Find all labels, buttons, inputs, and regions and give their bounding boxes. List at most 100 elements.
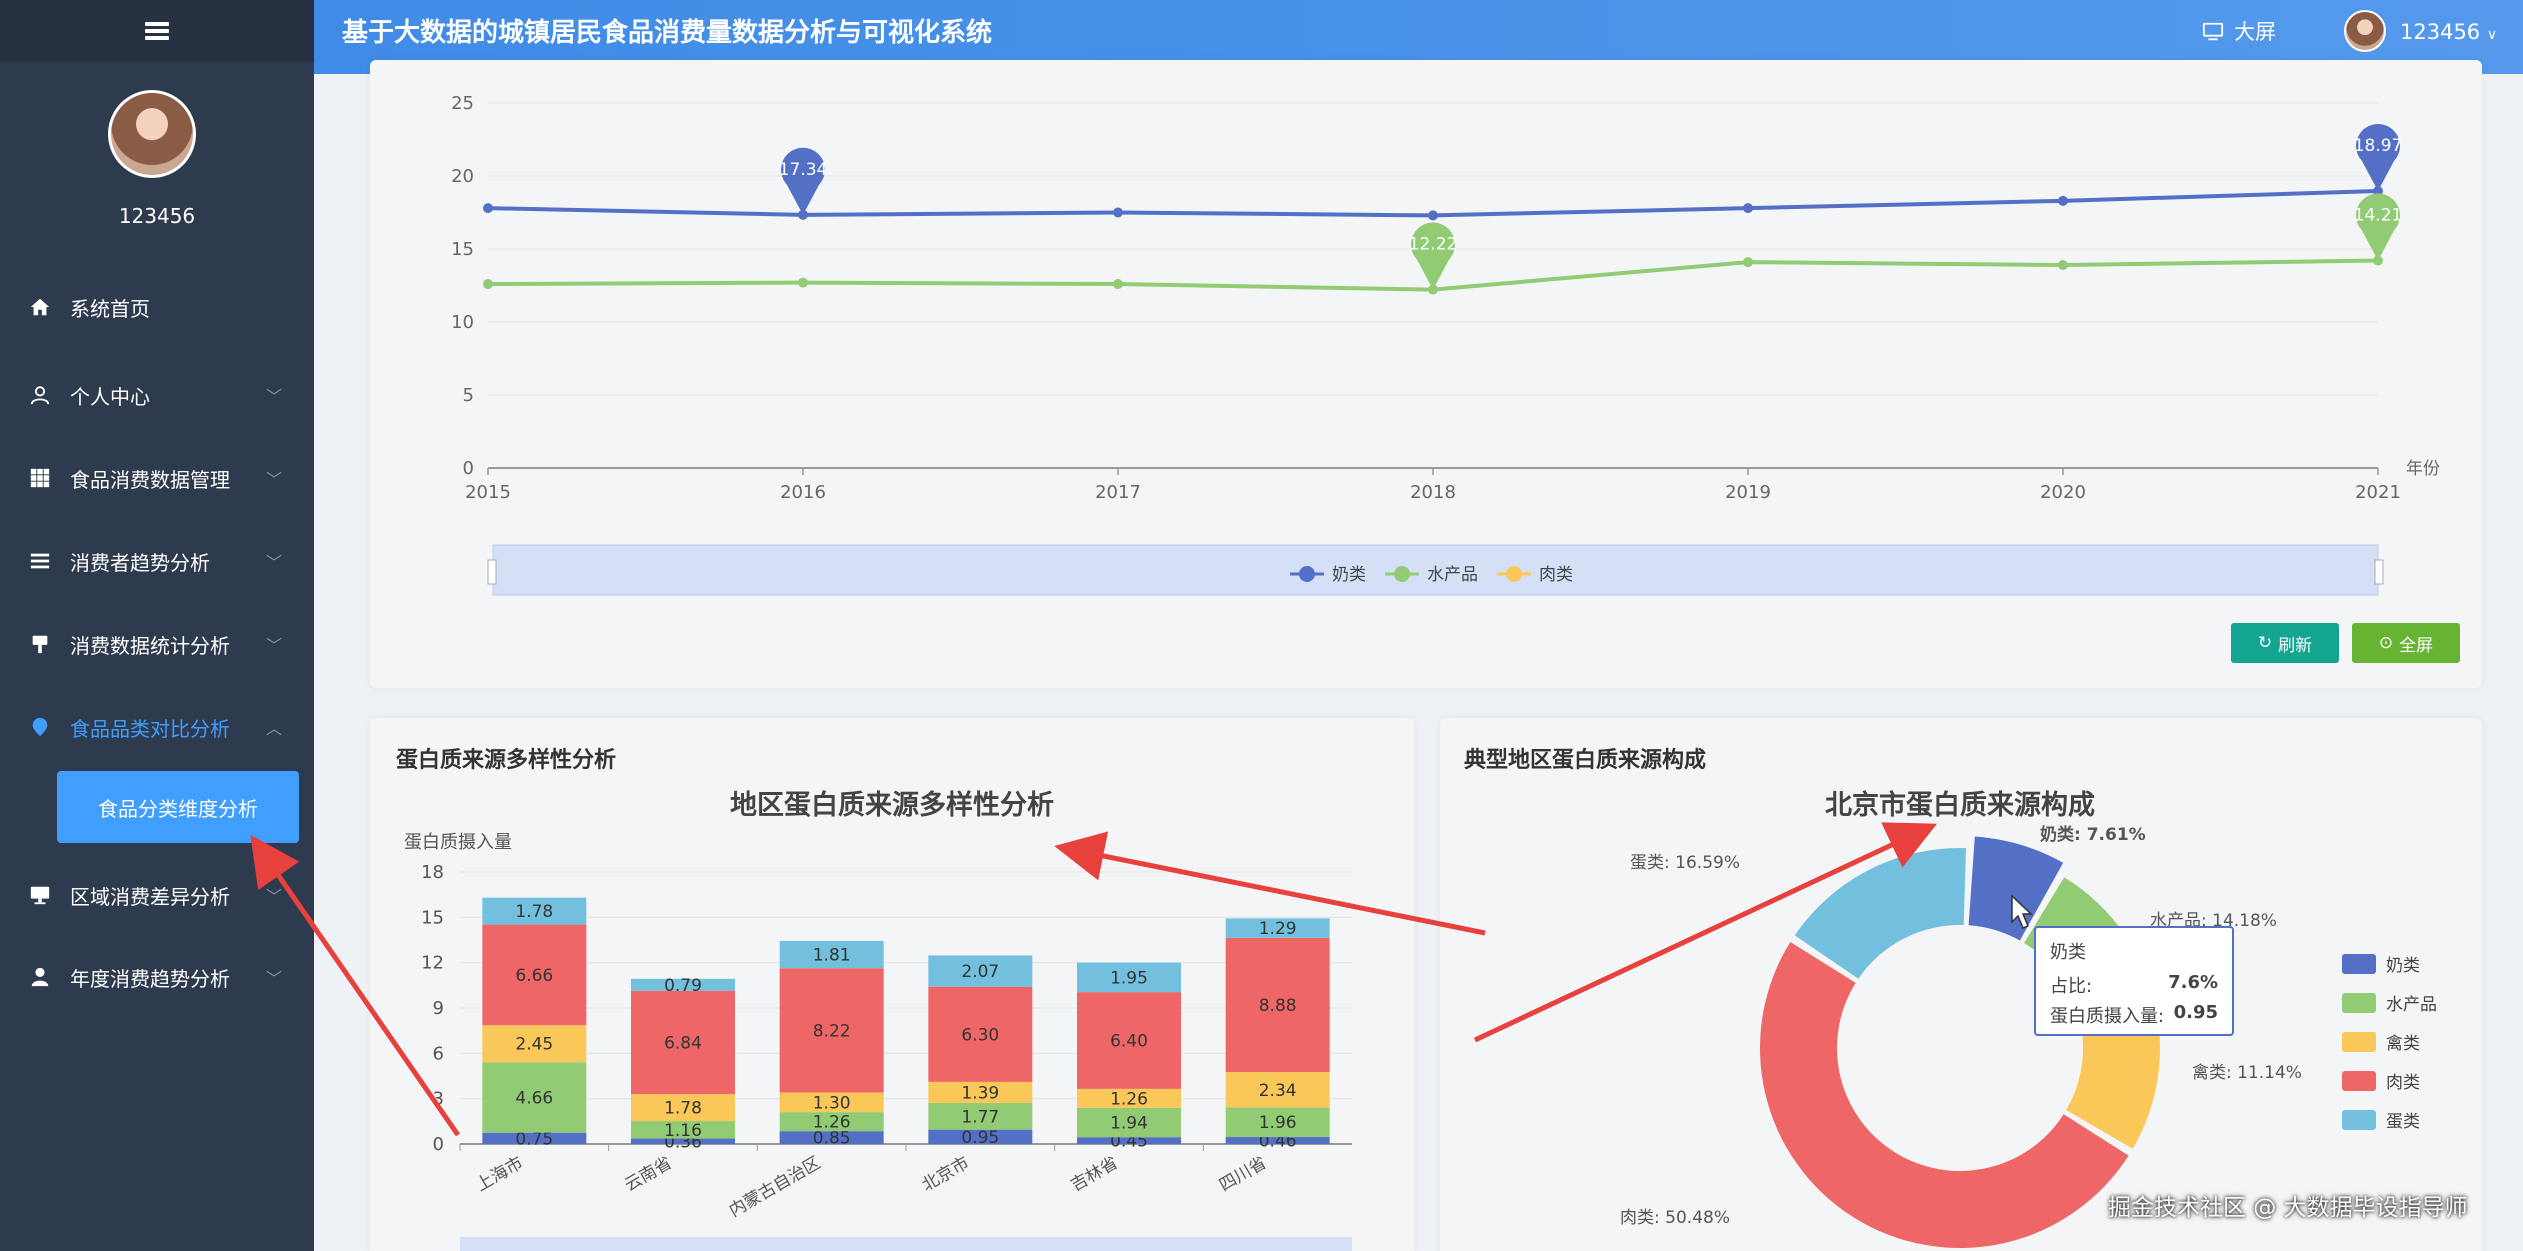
data-point bbox=[1113, 279, 1123, 290]
fullscreen-button[interactable]: ⊙ 全屏 bbox=[2352, 623, 2460, 663]
y-tick-label: 20 bbox=[451, 166, 474, 187]
x-tick-label: 2015 bbox=[465, 482, 511, 503]
sidebar-item-annual-trend[interactable]: 年度消费趋势分析 ﹀ bbox=[0, 946, 314, 1008]
data-label: 6.84 bbox=[664, 1033, 702, 1053]
pin-shape bbox=[2356, 193, 2400, 261]
sidebar-item-category-compare[interactable]: 食品品类对比分析 ︿ bbox=[0, 696, 314, 758]
data-label: 1.77 bbox=[961, 1107, 999, 1127]
legend-marker bbox=[1506, 566, 1522, 582]
username: 123456 bbox=[2400, 20, 2481, 44]
pie-chart-card: 典型地区蛋白质来源构成 北京市蛋白质来源构成 奶类: 7.61% 水产品: 14.1… bbox=[1440, 718, 2482, 1251]
tooltip-value: 7.6% bbox=[2168, 972, 2218, 993]
home-icon bbox=[26, 293, 54, 321]
grid-icon bbox=[26, 464, 54, 492]
data-point bbox=[483, 279, 493, 290]
x-tick-label: 吉林省 bbox=[1067, 1153, 1121, 1196]
y-tick-label: 18 bbox=[421, 862, 444, 883]
y-tick-label: 9 bbox=[433, 998, 444, 1019]
list-icon bbox=[26, 547, 54, 575]
chevron-down-icon: ∨ bbox=[2486, 27, 2498, 43]
legend-swatch bbox=[2342, 954, 2376, 974]
x-tick-label: 四川省 bbox=[1216, 1153, 1270, 1196]
monitor-icon bbox=[26, 881, 54, 909]
y-tick-label: 10 bbox=[451, 312, 474, 333]
x-tick-label: 2017 bbox=[1095, 482, 1141, 503]
legend-label: 奶类 bbox=[1332, 565, 1366, 585]
hamburger-icon[interactable] bbox=[145, 22, 169, 40]
slice-label: 蛋类: 16.59% bbox=[1630, 853, 1740, 873]
sidebar-item-regional-diff[interactable]: 区域消费差异分析 ﹀ bbox=[0, 864, 314, 926]
data-point bbox=[798, 277, 808, 288]
data-label: 0.79 bbox=[664, 976, 702, 996]
sidebar-username: 123456 bbox=[118, 204, 196, 228]
user-avatar[interactable] bbox=[2344, 10, 2386, 52]
user-menu[interactable]: 123456 ∨ bbox=[2400, 0, 2497, 67]
data-point bbox=[2058, 195, 2068, 206]
data-label: 1.78 bbox=[664, 1099, 702, 1119]
pin-shape bbox=[1411, 222, 1456, 290]
sidebar-item-home[interactable]: 系统首页 bbox=[0, 276, 314, 338]
data-label: 1.78 bbox=[515, 902, 553, 922]
x-tick-label: 2018 bbox=[1410, 482, 1456, 503]
monitor-icon bbox=[2202, 22, 2224, 41]
sidebar-item-label: 区域消费差异分析 bbox=[70, 884, 230, 909]
y-tick-label: 3 bbox=[433, 1089, 444, 1110]
data-label: 1.96 bbox=[1259, 1113, 1297, 1133]
chart-title: 地区蛋白质来源多样性分析 bbox=[730, 789, 1054, 821]
menu-toggle[interactable] bbox=[0, 0, 314, 62]
y-tick-label: 15 bbox=[451, 239, 474, 260]
user-icon bbox=[26, 381, 54, 409]
tool-icon bbox=[26, 630, 54, 658]
data-label: 1.30 bbox=[813, 1093, 851, 1113]
pin-shape bbox=[2356, 123, 2400, 192]
data-label: 1.81 bbox=[813, 946, 851, 966]
pin-label: 18.97 bbox=[2354, 136, 2403, 156]
data-label: 2.07 bbox=[961, 962, 999, 982]
watermark-text: 掘金技术社区 @ 大数据毕设指导师 bbox=[2108, 1195, 2468, 1221]
x-tick-label: 上海市 bbox=[473, 1153, 527, 1196]
marker-pin: 17.34 bbox=[779, 147, 828, 215]
data-label: 6.30 bbox=[961, 1025, 999, 1045]
sidebar-item-label: 消费者趋势分析 bbox=[70, 550, 210, 575]
data-label: 1.26 bbox=[813, 1113, 851, 1133]
marker-pin: 12.22 bbox=[1409, 222, 1457, 290]
data-label: 4.66 bbox=[515, 1088, 553, 1108]
data-label: 1.26 bbox=[1110, 1089, 1148, 1109]
sidebar-item-data-management[interactable]: 食品消费数据管理 ﹀ bbox=[0, 447, 314, 509]
line-chart-card: 0 5 10 15 20 25 2015 2016 2017 2018 2019 2020 2021 年份… bbox=[370, 60, 2482, 688]
bar-chart-card: 蛋白质来源多样性分析 地区蛋白质来源多样性分析 蛋白质摄入量 0 3 6 9 12 15 18 0… bbox=[370, 718, 1414, 1251]
sidebar-item-profile[interactable]: 个人中心 ﹀ bbox=[0, 364, 314, 426]
y-tick-label: 5 bbox=[463, 385, 474, 406]
y-tick-label: 15 bbox=[421, 907, 444, 928]
refresh-button[interactable]: ↻ 刷新 bbox=[2231, 623, 2339, 663]
data-point bbox=[1743, 257, 1753, 268]
sidebar-item-label: 年度消费趋势分析 bbox=[70, 966, 230, 991]
bigscreen-button[interactable]: 大屏 bbox=[2202, 0, 2276, 64]
sidebar-item-consumer-trend[interactable]: 消费者趋势分析 ﹀ bbox=[0, 530, 314, 592]
y-tick-label: 25 bbox=[451, 93, 474, 114]
refresh-label: 刷新 bbox=[2278, 635, 2313, 656]
tooltip-title: 奶类 bbox=[2050, 942, 2086, 963]
chart-tooltip: 奶类 占比: 7.6% 蛋白质摄入量: 0.95 bbox=[2034, 926, 2234, 1036]
data-point bbox=[1428, 210, 1438, 221]
chevron-up-icon: ︿ bbox=[265, 719, 282, 738]
x-tick-label: 2019 bbox=[1725, 482, 1771, 503]
data-label: 8.88 bbox=[1259, 996, 1297, 1016]
legend-marker bbox=[1299, 566, 1315, 582]
person-icon bbox=[26, 963, 54, 991]
avatar bbox=[108, 90, 196, 178]
chevron-down-icon: ﹀ bbox=[265, 553, 282, 572]
tooltip-value: 0.95 bbox=[2173, 1002, 2218, 1023]
fullscreen-label: 全屏 bbox=[2399, 635, 2434, 656]
legend-label: 水产品 bbox=[1427, 565, 1478, 585]
pin-label: 17.34 bbox=[779, 160, 828, 180]
sidebar-item-statistics[interactable]: 消费数据统计分析 ﹀ bbox=[0, 613, 314, 675]
y-tick-label: 0 bbox=[433, 1134, 444, 1155]
data-label: 1.94 bbox=[1110, 1114, 1148, 1134]
legend-label: 肉类 bbox=[2386, 1073, 2420, 1093]
data-label: 2.34 bbox=[1259, 1081, 1297, 1101]
data-point bbox=[483, 203, 493, 214]
legend-label: 水产品 bbox=[2386, 995, 2437, 1015]
sidebar-subitem-category-dimension[interactable]: 食品分类维度分析 bbox=[57, 771, 299, 843]
fullscreen-icon: ⊙ bbox=[2378, 633, 2394, 653]
